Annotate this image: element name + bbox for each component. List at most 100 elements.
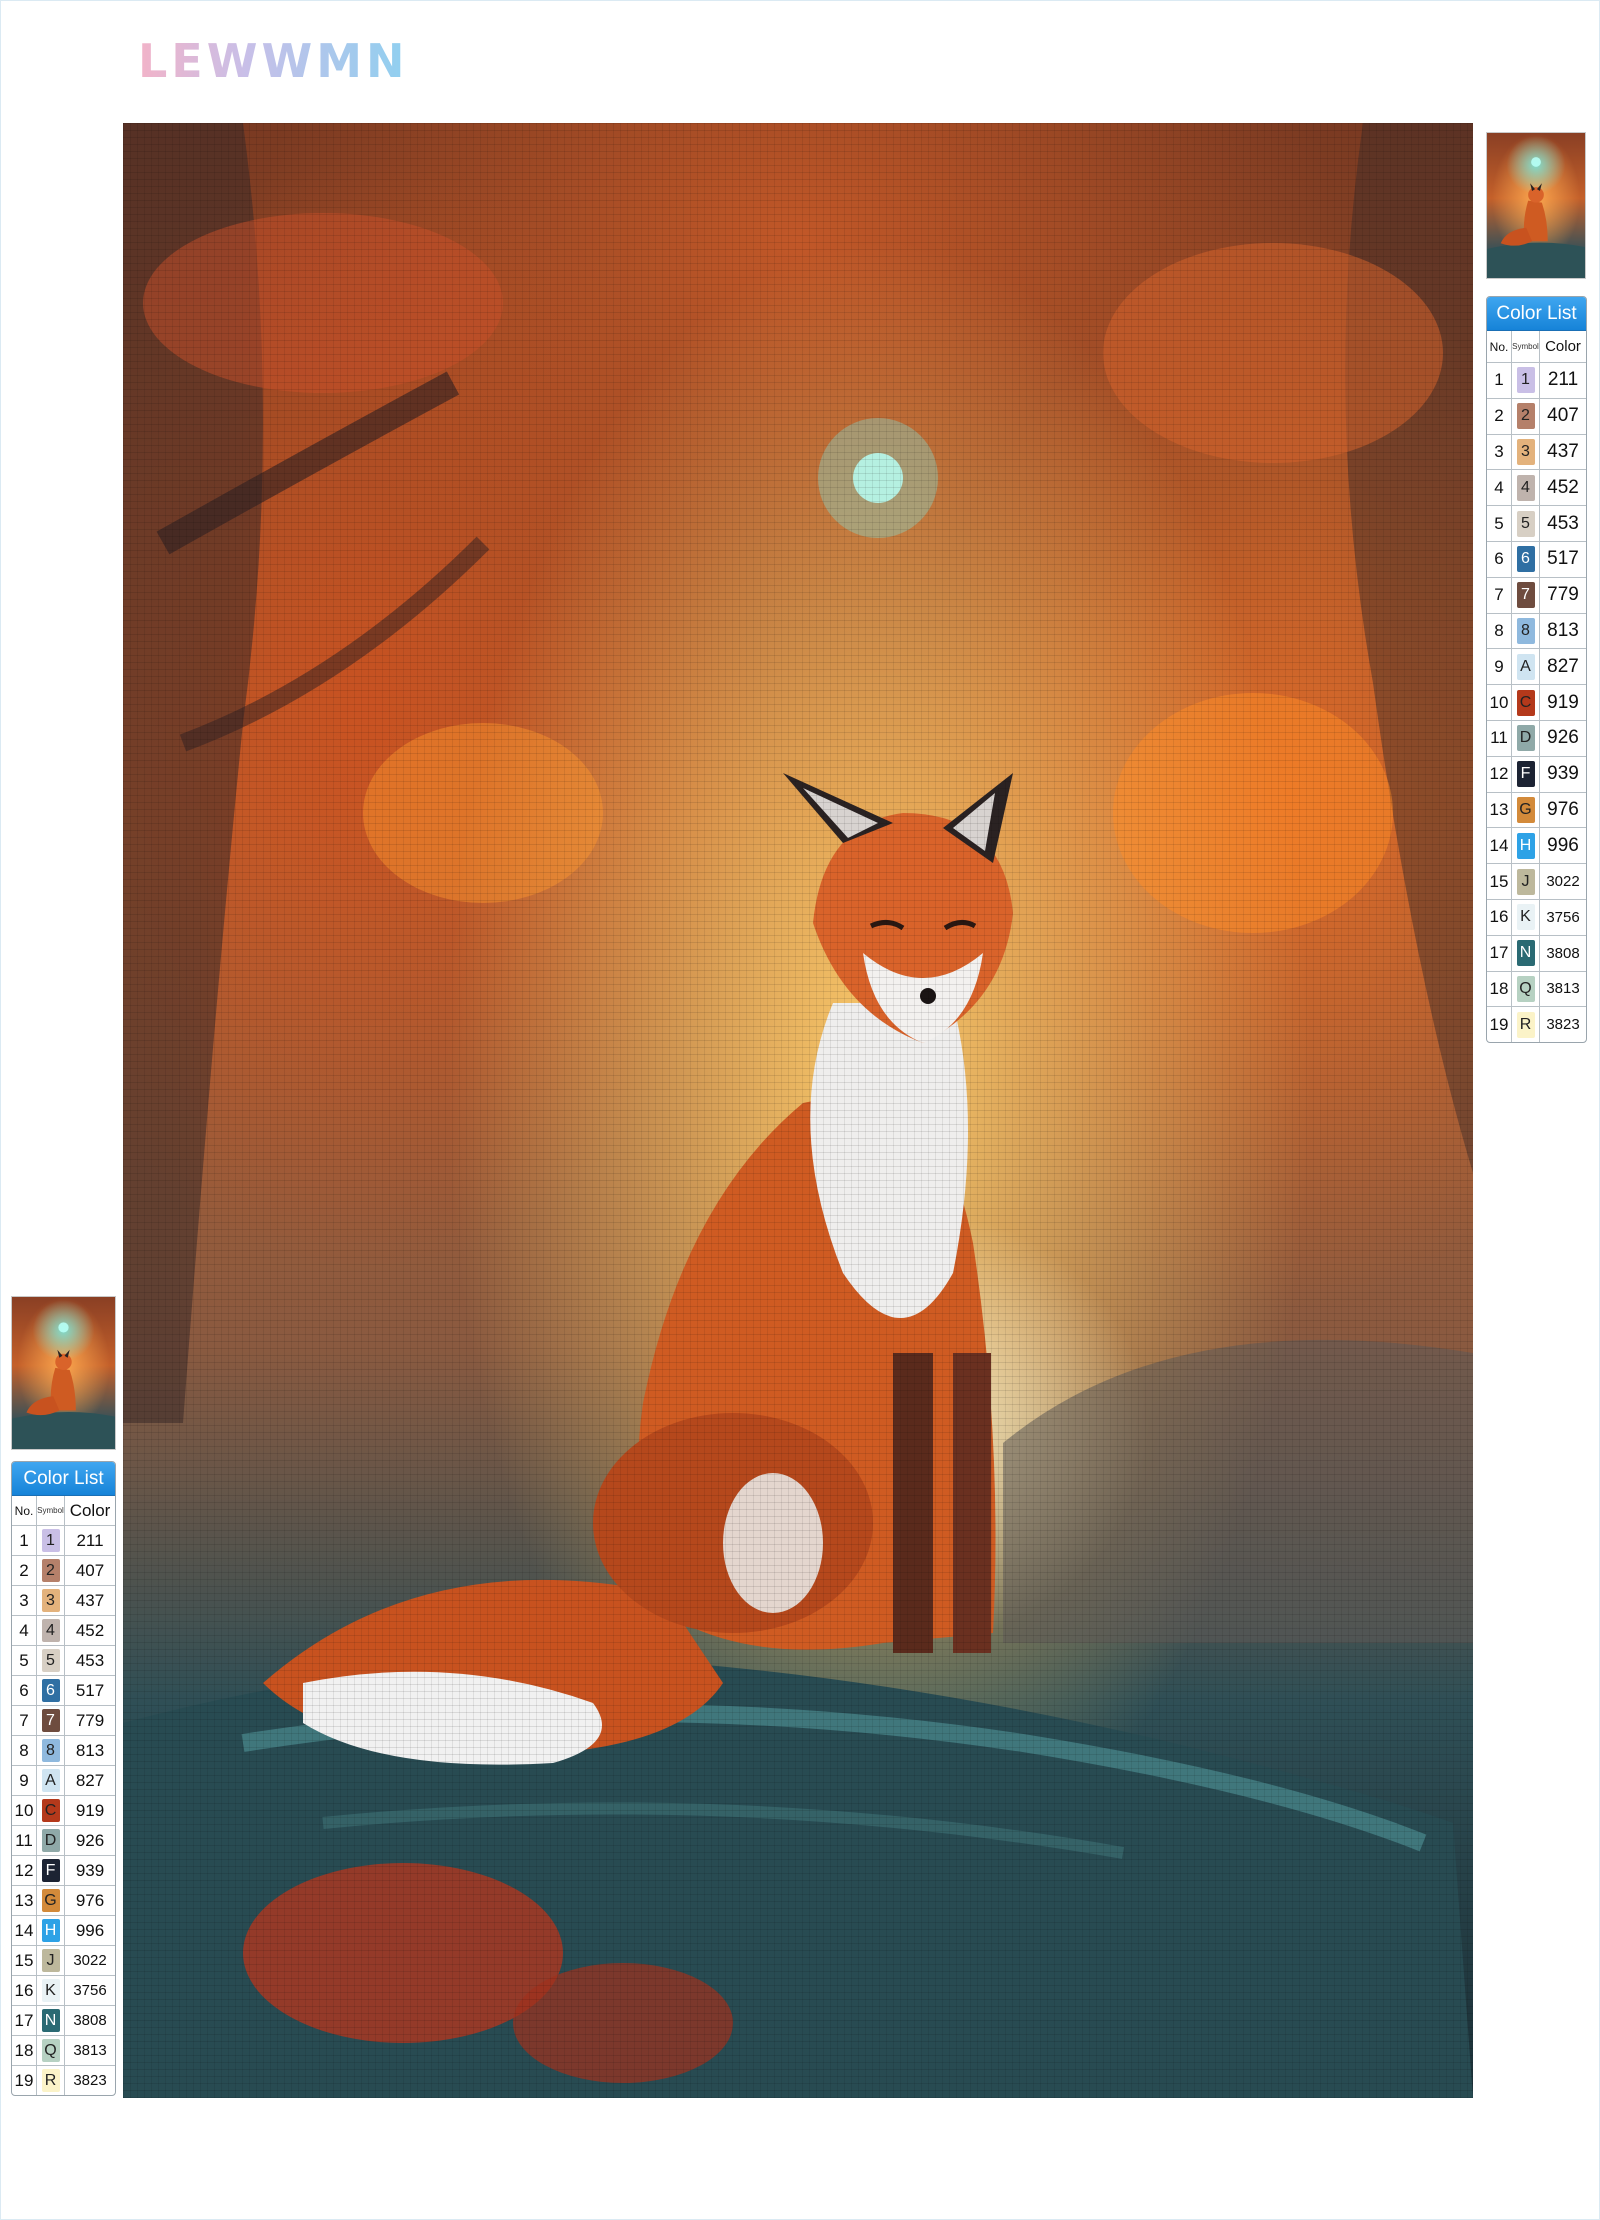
color-swatch: 4 <box>1516 474 1535 501</box>
color-swatch: J <box>1516 868 1535 895</box>
row-symbol-cell: 3 <box>1512 434 1540 470</box>
color-list-rows: 1 1 211 2 2 407 3 3 437 4 4 452 5 5 453 6 6 517 7 7 779 8 8 813… <box>12 1526 115 2095</box>
color-list-row: 13 G 976 <box>1487 792 1586 829</box>
row-number: 13 <box>1487 792 1512 828</box>
color-list-row: 18 Q 3813 <box>12 2036 115 2066</box>
color-swatch: R <box>1516 1011 1535 1038</box>
color-swatch: G <box>41 1889 60 1912</box>
color-list-row: 1 1 211 <box>12 1526 115 1556</box>
row-symbol-cell: A <box>1512 649 1540 685</box>
row-number: 1 <box>12 1526 37 1555</box>
color-list-row: 12 F 939 <box>12 1856 115 1886</box>
fox-painting <box>123 123 1473 2098</box>
color-code: 779 <box>1547 584 1579 606</box>
color-swatch: Q <box>41 2039 60 2062</box>
color-list-row: 11 D 926 <box>12 1826 115 1856</box>
preview-thumbnail <box>1486 132 1586 279</box>
color-swatch: 3 <box>1516 438 1535 465</box>
row-number: 19 <box>12 2066 37 2095</box>
row-symbol-cell: H <box>1512 828 1540 864</box>
color-code: 453 <box>75 1650 105 1670</box>
color-list-rows: 1 1 211 2 2 407 3 3 437 4 4 452 5 5 453 6 6 517 7 7 779 8 8 813… <box>1487 363 1586 1043</box>
color-swatch: 2 <box>1516 403 1535 430</box>
color-code: 407 <box>75 1560 105 1580</box>
header-no: No. <box>12 1496 37 1525</box>
color-swatch: 6 <box>1516 546 1535 573</box>
color-code: 517 <box>75 1680 105 1700</box>
row-number: 3 <box>1487 434 1512 470</box>
color-swatch: Q <box>1516 975 1535 1002</box>
color-list-title: Color List <box>1487 297 1586 331</box>
row-symbol-cell: K <box>37 1976 65 2005</box>
color-list-row: 14 H 996 <box>12 1916 115 1946</box>
color-list-row: 18 Q 3813 <box>1487 971 1586 1008</box>
row-number: 15 <box>1487 864 1512 899</box>
row-symbol-cell: F <box>1512 756 1540 792</box>
color-code: 3756 <box>73 1982 107 1999</box>
header-color: Color <box>69 1500 111 1520</box>
row-number: 16 <box>12 1976 37 2005</box>
color-code: 3756 <box>1546 908 1580 926</box>
row-number: 14 <box>1487 828 1512 864</box>
color-swatch: 1 <box>1516 367 1535 394</box>
color-swatch: H <box>41 1919 60 1942</box>
color-list-row: 3 3 437 <box>12 1586 115 1616</box>
color-swatch: G <box>1516 796 1535 823</box>
color-swatch: F <box>1516 761 1535 788</box>
color-list-row: 2 2 407 <box>1487 398 1586 435</box>
color-swatch: C <box>1516 689 1535 716</box>
row-number: 11 <box>12 1826 37 1855</box>
row-symbol-cell: G <box>1512 792 1540 828</box>
color-list-row: 17 N 3808 <box>1487 935 1586 972</box>
color-code: 407 <box>1547 405 1579 427</box>
row-symbol-cell: Q <box>37 2036 65 2065</box>
color-code: 976 <box>75 1890 105 1910</box>
color-list-row: 4 4 452 <box>12 1616 115 1646</box>
row-number: 17 <box>12 2006 37 2035</box>
row-symbol-cell: 8 <box>1512 613 1540 649</box>
color-list-title: Color List <box>12 1462 115 1496</box>
row-symbol-cell: J <box>37 1946 65 1975</box>
color-code: 813 <box>1547 619 1579 641</box>
color-list-row: 17 N 3808 <box>12 2006 115 2036</box>
row-symbol-cell: 6 <box>37 1676 65 1705</box>
row-number: 2 <box>1487 398 1512 434</box>
color-swatch: K <box>41 1979 60 2002</box>
color-list-row: 19 R 3823 <box>12 2066 115 2095</box>
row-number: 6 <box>1487 541 1512 577</box>
row-number: 17 <box>1487 935 1512 971</box>
color-code: 939 <box>1547 763 1579 785</box>
color-list-row: 7 7 779 <box>12 1706 115 1736</box>
row-symbol-cell: A <box>37 1766 65 1795</box>
color-swatch: 5 <box>1516 510 1535 537</box>
color-code: 827 <box>75 1770 105 1790</box>
color-list-row: 19 R 3823 <box>1487 1007 1586 1043</box>
row-symbol-cell: D <box>37 1826 65 1855</box>
color-list-row: 15 J 3022 <box>1487 864 1586 900</box>
color-swatch: C <box>41 1799 60 1822</box>
row-symbol-cell: 7 <box>1512 577 1540 613</box>
color-swatch: 6 <box>41 1679 60 1702</box>
color-code: 437 <box>1547 440 1579 462</box>
row-symbol-cell: 8 <box>37 1736 65 1765</box>
row-number: 6 <box>12 1676 37 1705</box>
color-code: 3022 <box>1546 873 1580 891</box>
color-code: 3813 <box>1546 980 1580 998</box>
preview-thumbnail-left <box>11 1296 116 1450</box>
color-list-row: 5 5 453 <box>12 1646 115 1676</box>
color-list-row: 8 8 813 <box>12 1736 115 1766</box>
row-symbol-cell: Q <box>1512 971 1540 1007</box>
row-number: 7 <box>1487 577 1512 613</box>
row-number: 13 <box>12 1886 37 1915</box>
row-symbol-cell: J <box>1512 864 1540 899</box>
color-code: 452 <box>75 1620 105 1640</box>
row-symbol-cell: 5 <box>37 1646 65 1675</box>
row-symbol-cell: C <box>37 1796 65 1825</box>
color-swatch: 1 <box>41 1529 60 1552</box>
color-code: 437 <box>75 1590 105 1610</box>
color-list-row: 5 5 453 <box>1487 506 1586 542</box>
color-code: 919 <box>1547 691 1579 713</box>
color-list-row: 7 7 779 <box>1487 577 1586 614</box>
color-code: 517 <box>1547 548 1579 570</box>
header-symbol: Symbol <box>1512 331 1540 362</box>
